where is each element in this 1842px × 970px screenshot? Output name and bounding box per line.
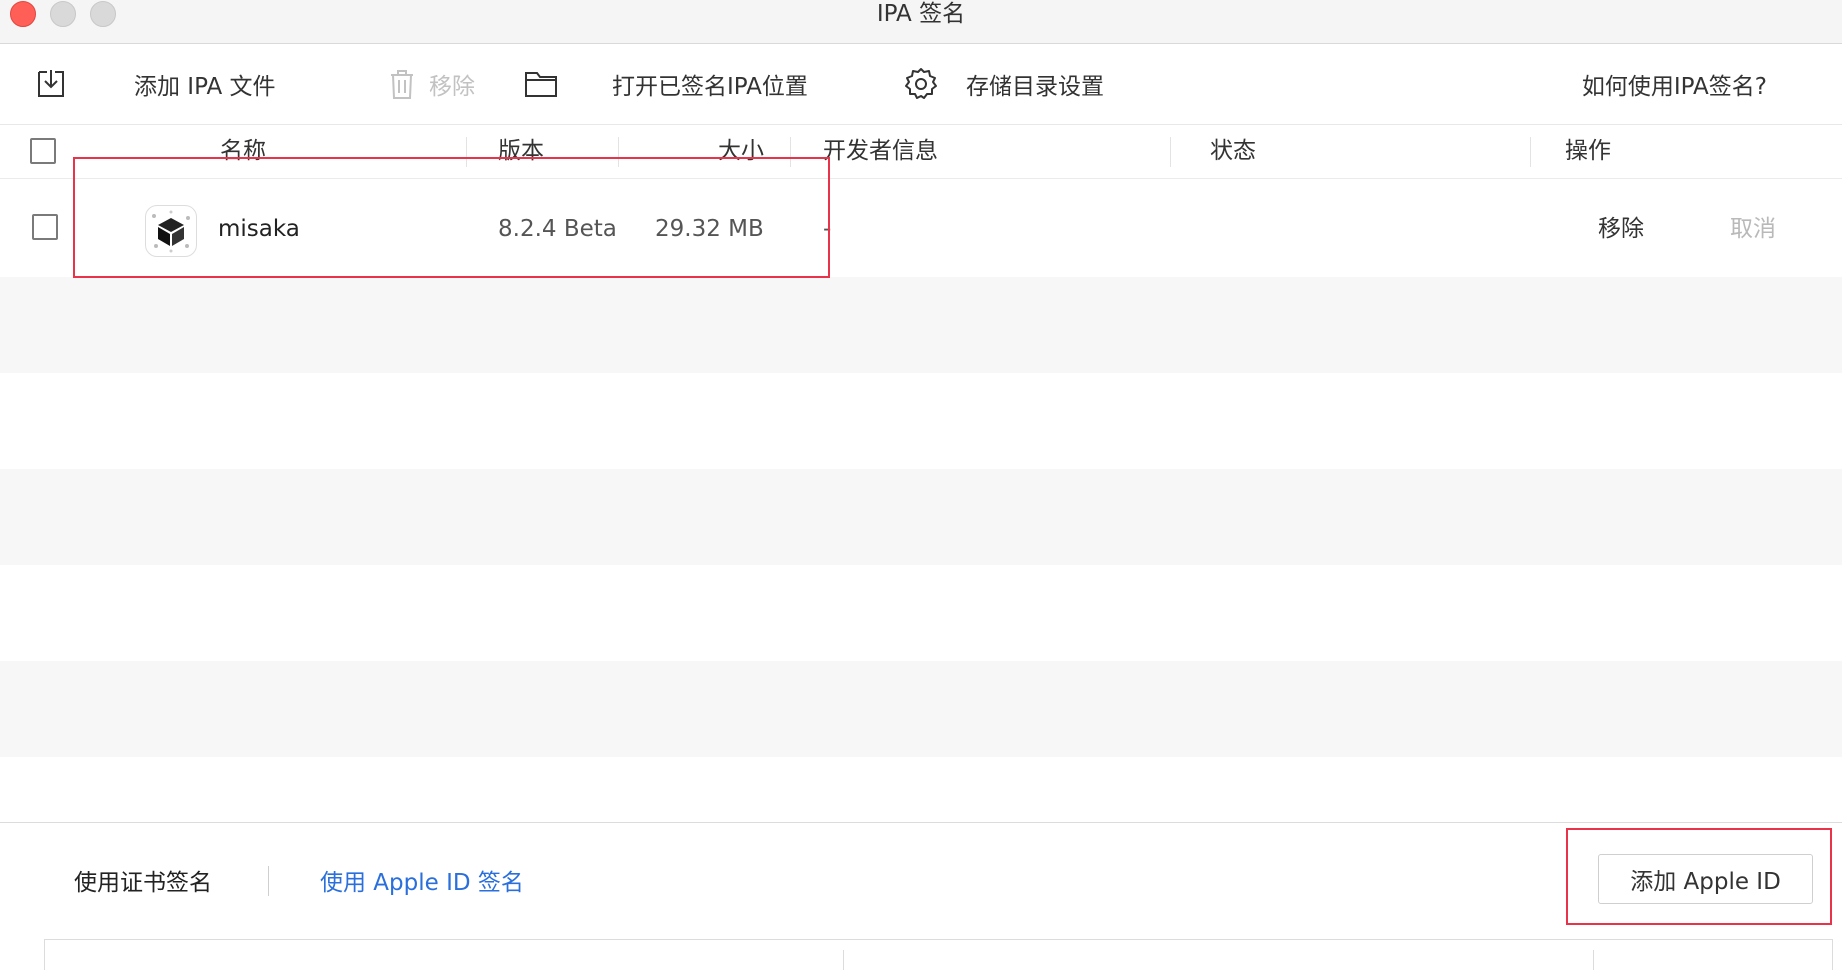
- column-divider[interactable]: [618, 137, 619, 167]
- open-signed-location-button[interactable]: 打开已签名IPA位置: [524, 44, 808, 124]
- app-version: 8.2.4 Beta: [498, 216, 617, 242]
- apple-id-table: [44, 939, 1833, 970]
- column-header-version[interactable]: 版本: [498, 125, 544, 178]
- app-name: misaka: [218, 216, 300, 242]
- title-bar: IPA 签名: [0, 0, 1842, 44]
- empty-row: [0, 373, 1842, 469]
- folder-icon: [524, 67, 558, 101]
- empty-row: [0, 469, 1842, 565]
- app-icon: [145, 205, 197, 257]
- select-all-checkbox[interactable]: [30, 138, 56, 164]
- app-size: 29.32 MB: [655, 216, 764, 242]
- column-divider[interactable]: [1530, 137, 1531, 167]
- column-header-developer[interactable]: 开发者信息: [823, 125, 938, 178]
- row-cancel-button[interactable]: 取消: [1730, 181, 1776, 277]
- remove-label: 移除: [429, 74, 475, 100]
- import-icon: [34, 67, 68, 101]
- add-ipa-label: 添加 IPA 文件: [134, 74, 276, 100]
- table-header: 名称 版本 大小 开发者信息 状态 操作: [0, 125, 1842, 179]
- empty-row: [0, 277, 1842, 373]
- add-apple-id-button[interactable]: 添加 Apple ID: [1598, 854, 1813, 904]
- tab-divider: [268, 866, 269, 896]
- storage-settings-button[interactable]: 存储目录设置: [904, 44, 1104, 124]
- row-remove-button[interactable]: 移除: [1598, 181, 1644, 277]
- table-row[interactable]: misaka 8.2.4 Beta 29.32 MB - 移除 取消: [0, 181, 1842, 277]
- open-signed-location-label: 打开已签名IPA位置: [612, 74, 808, 100]
- column-header-size[interactable]: 大小: [718, 125, 764, 178]
- row-checkbox[interactable]: [32, 214, 58, 240]
- empty-row: [0, 661, 1842, 757]
- column-header-actions[interactable]: 操作: [1565, 125, 1611, 178]
- signing-panel: 使用证书签名 使用 Apple ID 签名 添加 Apple ID: [0, 822, 1842, 970]
- add-ipa-button[interactable]: 添加 IPA 文件: [34, 44, 276, 124]
- column-divider[interactable]: [790, 137, 791, 167]
- window-title: IPA 签名: [876, 1, 966, 27]
- toolbar: 添加 IPA 文件 移除 打开已签名IPA位置 存储目录设置 如何使用IPA签名…: [0, 44, 1842, 125]
- column-header-name[interactable]: 名称: [220, 125, 266, 178]
- tab-certificate-signing[interactable]: 使用证书签名: [74, 866, 212, 900]
- gear-icon: [904, 67, 938, 101]
- storage-settings-label: 存储目录设置: [966, 74, 1104, 100]
- remove-button[interactable]: 移除: [385, 44, 475, 124]
- column-divider: [843, 950, 844, 970]
- column-divider: [1593, 950, 1594, 970]
- developer-info: -: [823, 216, 832, 242]
- empty-row: [0, 565, 1842, 661]
- trash-icon: [385, 67, 419, 101]
- column-divider[interactable]: [466, 137, 467, 167]
- tab-apple-id-signing[interactable]: 使用 Apple ID 签名: [320, 866, 524, 900]
- column-divider[interactable]: [1170, 137, 1171, 167]
- help-link[interactable]: 如何使用IPA签名?: [1582, 44, 1767, 124]
- column-header-status[interactable]: 状态: [1210, 125, 1256, 178]
